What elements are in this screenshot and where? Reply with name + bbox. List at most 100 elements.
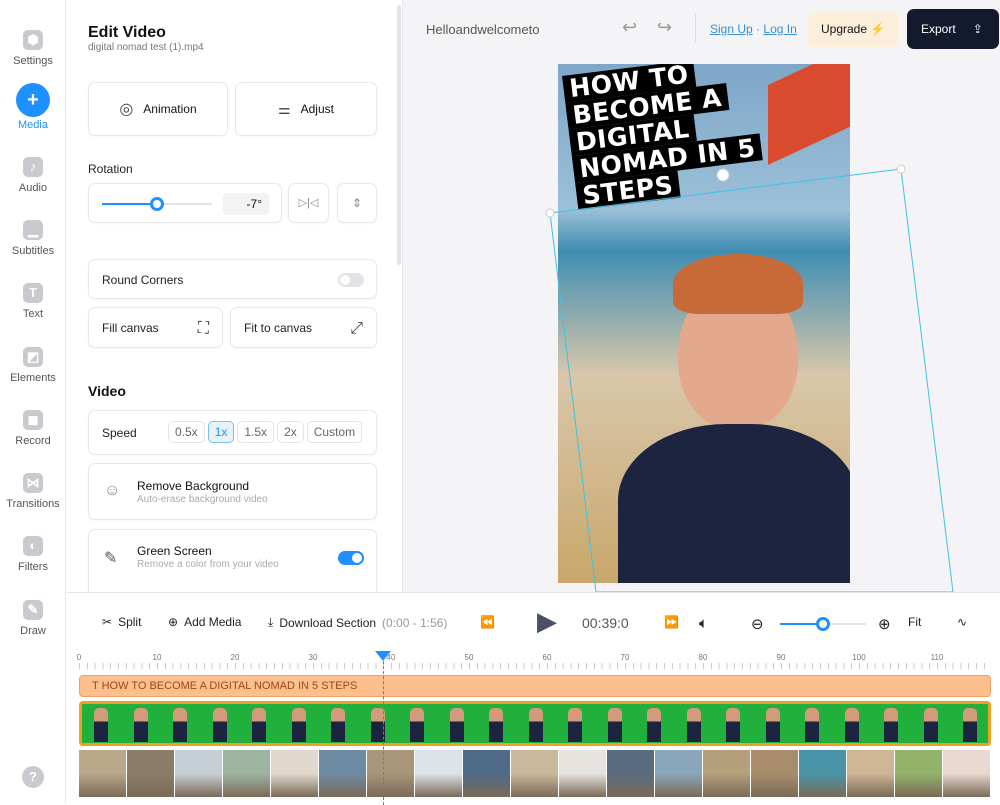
sidebar-item-label: Elements [10,371,56,384]
video-heading: Video [88,383,126,399]
video-frame-thumb [173,708,187,742]
text-icon: T [23,283,43,304]
rotation-slider[interactable] [102,197,212,211]
timeline-ruler[interactable] [79,663,991,669]
fast-forward-icon[interactable]: ⏩ [664,615,679,629]
text-track-label: HOW TO BECOME A DIGITAL NOMAD IN 5 STEPS [101,680,358,692]
video-frame-thumb [212,708,227,742]
zoom-slider[interactable] [780,617,866,631]
video-frame-thumb [252,708,266,742]
sidebar-item-label: Transitions [6,498,60,511]
video-frame-thumb [291,708,306,742]
download-range: (0:00 - 1:56) [382,615,448,630]
speed-option[interactable]: 2x [277,421,304,443]
speed-label: Speed [102,426,137,440]
green-screen-row: ✎ Green Screen Remove a color from your … [88,529,377,599]
speed-option[interactable]: 0.5x [168,421,205,443]
media-thumbnail [127,750,175,797]
edit-panel: Edit Video digital nomad test (1).mp4 ◎ A… [67,0,403,599]
arrows-diagonal-icon: ⤢ [350,320,363,337]
media-thumbnail [655,750,703,797]
sidebar-item-text[interactable]: T Text [0,283,66,320]
media-thumbnail [943,750,991,797]
rewind-icon[interactable]: ⏪ [480,615,495,629]
zoom-in-icon[interactable]: ⊕ [878,615,891,633]
help-icon[interactable]: ? [22,766,44,788]
video-frame-thumb [923,708,938,742]
expand-icon: ⛶ [197,320,209,337]
round-corners-label: Round Corners [102,273,184,287]
flip-horizontal-icon[interactable]: ▷|◁ [288,183,329,223]
speed-option[interactable]: Custom [306,421,363,443]
transitions-icon: ⋈ [23,473,43,494]
animation-label: Animation [143,102,197,116]
sidebar-item-transitions[interactable]: ⋈ Transitions [0,473,66,510]
remove-background-button[interactable]: ☺ Remove Background Auto-erase backgroun… [88,463,377,520]
video-frame-thumb [647,708,661,742]
ruler-tick-label: 70 [620,653,630,662]
fit-button[interactable]: Fit [908,615,921,629]
speed-row: Speed 0.5x 1x 1.5x 2x Custom [88,410,377,455]
video-frame-thumb [805,708,819,742]
media-thumbnail [319,750,367,797]
selection-box[interactable] [403,0,1000,592]
sidebar-item-filters[interactable]: ◐ Filters [0,536,66,573]
ruler-tick-label: 90 [776,653,786,662]
sidebar-item-label: Draw [20,624,46,637]
video-frame-thumb [607,708,622,742]
playhead[interactable] [375,651,392,805]
ruler-tick-label: 80 [698,653,708,662]
play-icon[interactable]: ▶ [537,606,557,637]
flip-vertical-icon[interactable]: ⇕ [337,183,377,223]
round-corners-toggle[interactable] [338,273,364,287]
sidebar-item-settings[interactable]: ⬢ Settings [0,30,66,67]
sidebar-item-draw[interactable]: ✎ Draw [0,599,66,637]
person-icon: ☺ [104,482,121,499]
green-screen-toggle[interactable] [338,551,364,565]
rotation-value-input[interactable]: -7° [223,193,269,215]
media-thumbnail-strip[interactable] [79,750,991,797]
adjust-button[interactable]: ⚌ Adjust [235,82,377,136]
video-frame-thumb [94,708,108,742]
speed-option[interactable]: 1x [207,421,235,443]
fill-canvas-button[interactable]: Fill canvas ⛶ [88,307,223,348]
eyedropper-icon: ✎ [104,550,118,567]
rotation-label: Rotation [88,162,133,176]
split-button[interactable]: ✂ Split [102,615,141,629]
download-section-button[interactable]: ⤓ Download Section (0:00 - 1:56) [268,615,447,630]
video-frame-thumb [686,708,701,742]
fit-to-canvas-button[interactable]: Fit to canvas ⤢ [230,307,377,348]
video-frame-thumb [133,708,148,742]
video-frame-thumb [726,708,740,742]
animation-icon: ◎ [119,101,134,118]
sidebar-item-subtitles[interactable]: ▁ Subtitles [0,219,66,257]
waveform-icon[interactable]: ∿ [957,615,967,629]
green-screen-sub: Remove a color from your video [137,559,279,570]
volume-icon[interactable]: 🔈︎ [699,615,708,632]
rotation-control: -7° [88,183,282,223]
zoom-out-icon[interactable]: ⊖ [751,615,764,633]
ruler-tick-label: 60 [542,653,552,662]
video-frame-thumb [528,708,543,742]
plus-circle-icon: ⊕ [168,615,179,629]
panel-scrollbar[interactable] [397,5,401,265]
sidebar-item-audio[interactable]: ♪ Audio [0,156,66,194]
green-screen-title: Green Screen [137,544,212,558]
timeline: ✂ Split ⊕ Add Media ⤓ Download Section (0:00… [67,592,1000,805]
adjust-label: Adjust [300,102,334,116]
text-track-clip[interactable]: T HOW TO BECOME A DIGITAL NOMAD IN 5 STE… [79,675,991,697]
sidebar-item-record[interactable]: ◼ Record [0,409,66,447]
add-media-button[interactable]: ⊕ Add Media [168,615,241,629]
pencil-icon: ✎ [23,599,43,620]
sidebar-item-elements[interactable]: ◩ Elements [0,346,66,384]
speed-option[interactable]: 1.5x [237,421,275,443]
current-time: 00:39:0 [582,615,629,631]
elements-icon: ◩ [23,346,43,367]
sidebar-item-label: Filters [18,561,48,574]
sidebar-item-media[interactable]: + Media [0,83,66,131]
video-track-clip[interactable] [79,701,991,746]
sidebar-item-label: Subtitles [11,244,55,257]
sliders-icon: ⚌ [278,100,291,117]
ruler-tick-label: 50 [464,653,474,662]
animation-button[interactable]: ◎ Animation [88,82,228,136]
